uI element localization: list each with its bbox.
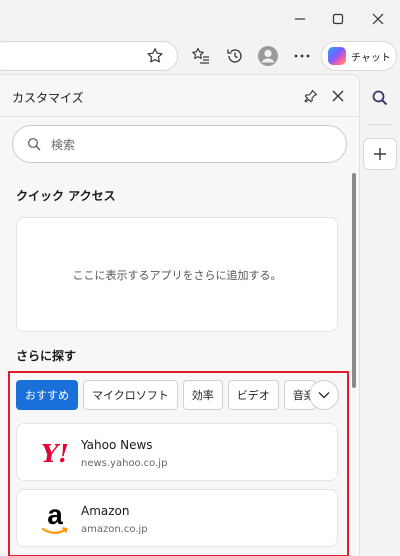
close-icon [332,90,344,102]
favorites-list-icon [192,47,209,64]
minimize-button[interactable] [280,0,320,38]
search-input[interactable]: 検索 [12,125,347,163]
expand-categories-button[interactable] [309,380,339,410]
close-window-button[interactable] [358,0,398,38]
favorite-star-button[interactable] [143,44,167,68]
close-panel-button[interactable] [327,85,349,107]
app-url: amazon.co.jp [81,524,148,535]
profile-button[interactable] [256,44,280,68]
app-name: Yahoo News [81,438,153,452]
star-icon [147,48,163,63]
quick-access-empty-text: ここに表示するアプリをさらに追加する。 [72,268,282,282]
avatar-icon [258,46,278,66]
browser-toolbar: チャット [0,38,400,74]
copilot-label: チャット [351,52,391,64]
window-title-bar [0,0,400,38]
category-chips: おすすめ マイクロソフト 効率 ビデオ 音楽 [16,380,316,410]
quick-access-heading: クイック アクセス [16,189,116,203]
app-card-amazon[interactable]: a Amazon amazon.co.jp [16,489,338,547]
address-bar[interactable] [0,41,178,71]
explore-heading: さらに探す [16,349,77,363]
amazon-logo-icon: a [35,501,75,536]
pin-icon [304,89,318,103]
plus-icon [374,148,386,160]
sidebar-divider [368,124,392,125]
history-icon [227,49,242,63]
copilot-chat-button[interactable]: チャット [321,41,397,71]
more-options-button[interactable] [290,44,314,68]
search-icon [372,90,388,106]
panel-divider [0,116,359,117]
app-card-yahoo-news[interactable]: Y! Yahoo News news.yahoo.co.jp [16,423,338,481]
app-url: news.yahoo.co.jp [81,458,168,469]
search-icon [28,138,41,151]
sidebar-add-button[interactable] [363,138,397,170]
copilot-icon [328,47,346,65]
edge-sidebar [360,74,400,556]
chip-microsoft[interactable]: マイクロソフト [83,380,178,410]
chip-productivity[interactable]: 効率 [182,380,223,410]
chip-recommended[interactable]: おすすめ [16,380,78,410]
pin-panel-button[interactable] [300,85,322,107]
chip-video[interactable]: ビデオ [227,380,279,410]
quick-access-empty-area: ここに表示するアプリをさらに追加する。 [16,217,338,332]
customize-panel: カスタマイズ 検索 クイック アクセス ここに表示するアプリをさらに追加する。 … [0,74,360,556]
favorites-button[interactable] [189,44,213,68]
more-icon [294,54,310,58]
maximize-button[interactable] [318,0,358,38]
panel-title: カスタマイズ [12,91,84,105]
maximize-icon [332,13,344,25]
close-icon [372,13,384,25]
yahoo-logo-icon: Y! [41,438,69,468]
panel-scrollbar[interactable] [352,173,356,388]
amazon-smile-icon [41,527,68,534]
search-placeholder: 検索 [51,137,76,152]
minimize-icon [295,18,305,20]
history-button[interactable] [223,44,247,68]
app-name: Amazon [81,504,130,518]
sidebar-search-button[interactable] [368,86,392,110]
chevron-down-icon [318,392,330,399]
